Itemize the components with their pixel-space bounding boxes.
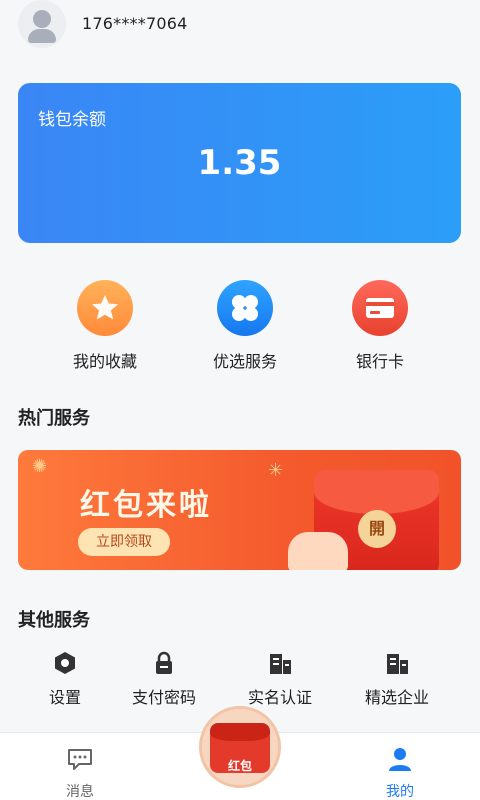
- wallet-balance-card[interactable]: 钱包余额 1.35: [18, 83, 461, 243]
- service-selected-enterprises-label: 精选企业: [364, 688, 429, 707]
- hot-services-title: 热门服务: [18, 408, 90, 429]
- banner-title: 红包来啦: [80, 488, 212, 523]
- nav-me[interactable]: 我的: [360, 747, 440, 800]
- action-favorites[interactable]: 我的收藏: [45, 280, 165, 372]
- nav-messages[interactable]: 消息: [40, 747, 120, 800]
- profile-header: 176****7064: [0, 0, 480, 50]
- claim-now-button[interactable]: 立即领取: [78, 528, 170, 556]
- firework-icon: ✺: [32, 456, 48, 477]
- wallet-label: 钱包余额: [38, 110, 106, 130]
- user-phone: 176****7064: [82, 14, 188, 33]
- action-bank-card[interactable]: 银行卡: [320, 280, 440, 372]
- service-real-name-auth[interactable]: 实名认证: [220, 650, 340, 708]
- building-icon: [384, 650, 410, 676]
- hand-illustration: [288, 532, 348, 570]
- service-selected-enterprises[interactable]: 精选企业: [337, 650, 457, 708]
- action-selected-services-label: 优选服务: [212, 352, 277, 371]
- star-icon: [77, 280, 133, 336]
- clover-icon: [217, 280, 273, 336]
- firework-icon: ✳: [268, 460, 284, 481]
- bank-card-icon: [352, 280, 408, 336]
- action-selected-services[interactable]: 优选服务: [185, 280, 305, 372]
- other-services-title: 其他服务: [18, 610, 90, 631]
- action-favorites-label: 我的收藏: [72, 352, 137, 371]
- lock-icon: [151, 650, 177, 676]
- action-bank-card-label: 银行卡: [355, 352, 404, 371]
- avatar[interactable]: [18, 0, 66, 48]
- wallet-amount: 1.35: [197, 143, 282, 183]
- nav-me-label: 我的: [386, 784, 414, 800]
- envelope-seal: 開: [358, 510, 396, 548]
- avatar-head-shape: [33, 10, 51, 28]
- avatar-body-shape: [28, 29, 56, 43]
- other-services-grid: 设置 支付密码 实名认证 精选企业: [0, 650, 480, 710]
- nav-messages-label: 消息: [66, 784, 94, 800]
- quick-actions: 我的收藏 优选服务 银行卡: [0, 280, 480, 372]
- service-real-name-auth-label: 实名认证: [247, 688, 312, 707]
- red-packet-center-button[interactable]: 红包: [199, 706, 281, 788]
- building-icon: [267, 650, 293, 676]
- red-packet-banner[interactable]: ✺ ✳ 红包来啦 立即领取 開: [18, 450, 461, 570]
- red-packet-label: 红包: [227, 759, 252, 773]
- service-payment-password-label: 支付密码: [131, 688, 196, 707]
- service-payment-password[interactable]: 支付密码: [104, 650, 224, 708]
- message-icon: [68, 749, 92, 770]
- red-packet-flap: [210, 723, 270, 741]
- red-envelope-flap: [314, 470, 439, 514]
- person-icon: [389, 748, 411, 771]
- settings-icon: [52, 650, 78, 676]
